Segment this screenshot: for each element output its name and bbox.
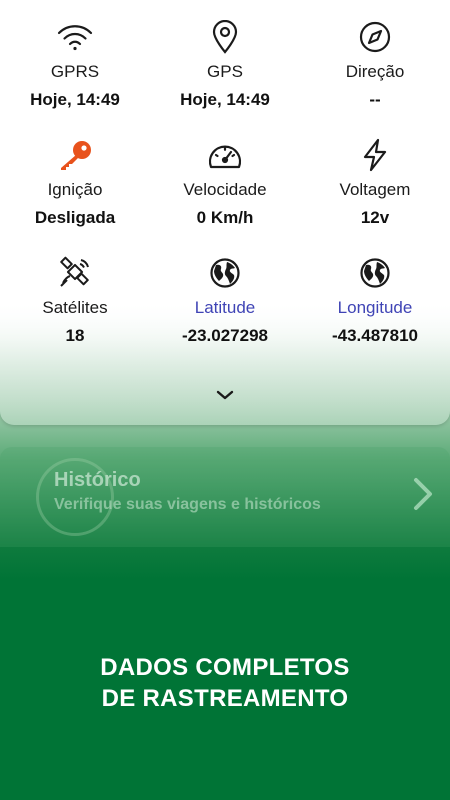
globe-icon bbox=[209, 254, 241, 292]
history-subtitle: Verifique suas viagens e históricos bbox=[54, 496, 321, 513]
longitude-value: -43.487810 bbox=[331, 326, 419, 345]
speedometer-icon bbox=[206, 136, 244, 174]
direction-value: -- bbox=[369, 90, 381, 109]
promo-line-2: DE RASTREAMENTO bbox=[101, 685, 349, 712]
satellites-label: Satélites bbox=[42, 298, 108, 317]
gprs-label: GPRS bbox=[50, 62, 100, 81]
satellite-icon bbox=[57, 254, 93, 292]
promo-line-1: DADOS COMPLETOS bbox=[100, 654, 350, 681]
wifi-icon bbox=[56, 18, 94, 56]
satellites-status: Satélites 18 bbox=[0, 236, 150, 346]
voltage-value: 12v bbox=[360, 208, 390, 227]
globe-icon bbox=[359, 254, 391, 292]
direction-label: Direção bbox=[345, 62, 405, 81]
gps-status: GPS Hoje, 14:49 bbox=[150, 0, 300, 110]
longitude-label: Longitude bbox=[337, 298, 413, 317]
gps-value: Hoje, 14:49 bbox=[180, 90, 270, 109]
promo-banner: DADOS COMPLETOS DE RASTREAMENTO bbox=[0, 652, 450, 714]
latitude-label: Latitude bbox=[194, 298, 256, 317]
gprs-value: Hoje, 14:49 bbox=[30, 90, 120, 109]
voltage-label: Voltagem bbox=[339, 180, 411, 199]
speed-status: Velocidade 0 Km/h bbox=[150, 118, 300, 228]
latitude-value: -23.027298 bbox=[181, 326, 269, 345]
compass-icon bbox=[358, 18, 392, 56]
satellites-value: 18 bbox=[65, 326, 85, 345]
gprs-status: GPRS Hoje, 14:49 bbox=[0, 0, 150, 110]
ignition-status: Ignição Desligada bbox=[0, 118, 150, 228]
ignition-label: Ignição bbox=[47, 180, 103, 199]
chevron-down-icon[interactable] bbox=[212, 386, 238, 409]
latitude-status: Latitude -23.027298 bbox=[150, 236, 300, 346]
direction-status: Direção -- bbox=[300, 0, 450, 110]
location-pin-icon bbox=[211, 18, 239, 56]
gps-label: GPS bbox=[207, 62, 243, 81]
speed-label: Velocidade bbox=[183, 180, 267, 199]
voltage-status: Voltagem 12v bbox=[300, 118, 450, 228]
key-icon bbox=[57, 136, 93, 174]
lightning-icon bbox=[360, 136, 390, 174]
ignition-value: Desligada bbox=[34, 208, 116, 227]
chevron-right-icon[interactable] bbox=[410, 476, 436, 517]
vehicle-status-card: GPRS Hoje, 14:49 GPS Hoje, 14:49 Direção… bbox=[0, 0, 450, 425]
speed-value: 0 Km/h bbox=[196, 208, 254, 227]
history-title: Histórico bbox=[54, 469, 141, 491]
longitude-status: Longitude -43.487810 bbox=[300, 236, 450, 346]
